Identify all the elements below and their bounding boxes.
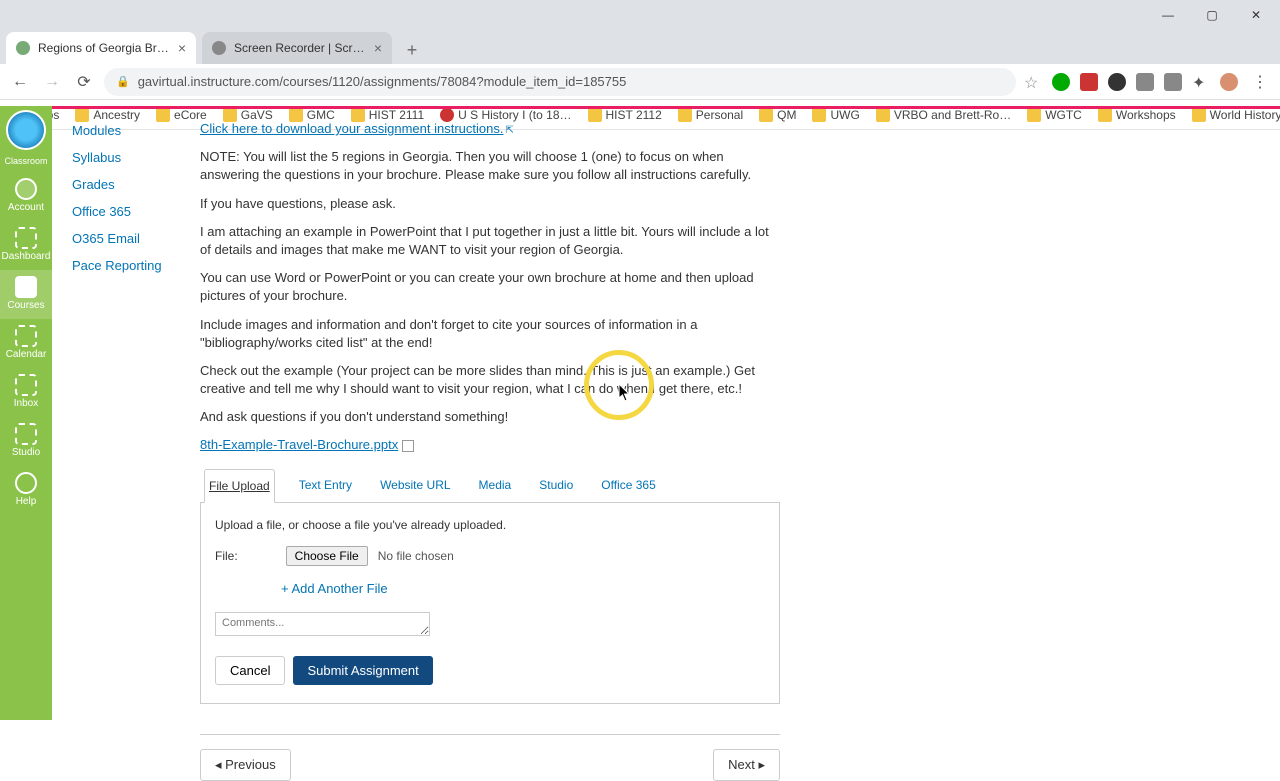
tab-close-icon[interactable]: × bbox=[374, 40, 382, 56]
course-nav-office365[interactable]: Office 365 bbox=[72, 198, 197, 225]
assignment-text: If you have questions, please ask. bbox=[200, 195, 780, 213]
tab-close-icon[interactable]: × bbox=[178, 40, 186, 56]
download-icon[interactable] bbox=[402, 440, 414, 452]
extension-icon[interactable] bbox=[1108, 73, 1126, 91]
browser-tab-inactive[interactable]: Screen Recorder | Screencast-O × bbox=[202, 32, 392, 64]
module-pagination: ◂ Previous Next ▸ bbox=[200, 749, 780, 781]
tab-office365[interactable]: Office 365 bbox=[597, 469, 659, 503]
assignment-text: You can use Word or PowerPoint or you ca… bbox=[200, 269, 780, 305]
nav-forward-button[interactable]: → bbox=[40, 70, 64, 94]
upload-panel: Upload a file, or choose a file you've a… bbox=[200, 503, 780, 703]
tab-title: Regions of Georgia Brochure As bbox=[38, 41, 170, 55]
tab-favicon bbox=[212, 41, 226, 55]
comments-textarea[interactable] bbox=[215, 612, 430, 636]
tab-file-upload[interactable]: File Upload bbox=[204, 469, 275, 504]
extension-icon[interactable] bbox=[1052, 73, 1070, 91]
url-text: gavirtual.instructure.com/courses/1120/a… bbox=[138, 74, 627, 89]
course-nav-syllabus[interactable]: Syllabus bbox=[72, 144, 197, 171]
accent-bar bbox=[52, 106, 1280, 109]
tab-text-entry[interactable]: Text Entry bbox=[295, 469, 356, 503]
global-nav-dashboard[interactable]: Dashboard bbox=[0, 221, 52, 270]
course-nav-pace-reporting[interactable]: Pace Reporting bbox=[72, 252, 197, 279]
assignment-text: Include images and information and don't… bbox=[200, 316, 780, 352]
extension-icon[interactable] bbox=[1080, 73, 1098, 91]
assignment-text: I am attaching an example in PowerPoint … bbox=[200, 223, 780, 259]
profile-avatar[interactable] bbox=[1220, 73, 1238, 91]
tab-studio[interactable]: Studio bbox=[535, 469, 577, 503]
address-bar[interactable]: 🔒 gavirtual.instructure.com/courses/1120… bbox=[104, 68, 1016, 96]
tab-media[interactable]: Media bbox=[475, 469, 516, 503]
course-nav-o365email[interactable]: O365 Email bbox=[72, 225, 197, 252]
tab-title: Screen Recorder | Screencast-O bbox=[234, 41, 366, 55]
global-nav-courses[interactable]: Courses bbox=[0, 270, 52, 319]
global-nav-help[interactable]: Help bbox=[0, 466, 52, 515]
calendar-icon bbox=[15, 325, 37, 347]
external-link-icon: ⇱ bbox=[505, 125, 513, 136]
add-another-file-link[interactable]: Add Another File bbox=[281, 580, 765, 598]
user-icon bbox=[15, 178, 37, 200]
extension-icon[interactable] bbox=[1164, 73, 1182, 91]
dashboard-icon bbox=[15, 227, 37, 249]
assignment-text: And ask questions if you don't understan… bbox=[200, 408, 780, 426]
book-icon bbox=[15, 276, 37, 298]
assignment-content: Click here to download your assignment i… bbox=[200, 120, 780, 781]
course-nav: Modules Syllabus Grades Office 365 O365 … bbox=[52, 109, 197, 279]
window-minimize[interactable]: — bbox=[1146, 0, 1190, 30]
assignment-text: NOTE: You will list the 5 regions in Geo… bbox=[200, 148, 780, 184]
nav-reload-button[interactable]: ⟳ bbox=[72, 70, 96, 94]
choose-file-button[interactable]: Choose File bbox=[286, 546, 368, 566]
studio-icon bbox=[15, 423, 37, 445]
browser-tab-active[interactable]: Regions of Georgia Brochure As × bbox=[6, 32, 196, 64]
classroom-label: Classroom bbox=[4, 156, 47, 166]
course-nav-modules[interactable]: Modules bbox=[72, 117, 197, 144]
submission-tabs: File Upload Text Entry Website URL Media… bbox=[200, 469, 780, 504]
window-maximize[interactable]: ▢ bbox=[1190, 0, 1234, 30]
tab-website-url[interactable]: Website URL bbox=[376, 469, 454, 503]
global-nav-account[interactable]: Account bbox=[0, 172, 52, 221]
tab-favicon bbox=[16, 41, 30, 55]
extension-icon[interactable] bbox=[1136, 73, 1154, 91]
upload-instructions: Upload a file, or choose a file you've a… bbox=[215, 517, 765, 534]
nav-back-button[interactable]: ← bbox=[8, 70, 32, 94]
extensions-menu-icon[interactable]: ✦ bbox=[1192, 73, 1210, 91]
previous-button[interactable]: ◂ Previous bbox=[200, 749, 291, 781]
cancel-button[interactable]: Cancel bbox=[215, 656, 285, 685]
browser-tabstrip: Regions of Georgia Brochure As × Screen … bbox=[0, 30, 1280, 64]
browser-toolbar: ← → ⟳ 🔒 gavirtual.instructure.com/course… bbox=[0, 64, 1280, 100]
browser-menu-icon[interactable]: ⋮ bbox=[1248, 70, 1272, 94]
global-nav-studio[interactable]: Studio bbox=[0, 417, 52, 466]
help-icon bbox=[15, 472, 37, 494]
download-instructions-link[interactable]: Click here to download your assignment i… bbox=[200, 121, 503, 136]
lock-icon: 🔒 bbox=[116, 75, 130, 88]
extension-area: ☆ ✦ ⋮ bbox=[1024, 70, 1272, 94]
course-nav-grades[interactable]: Grades bbox=[72, 171, 197, 198]
divider bbox=[200, 734, 780, 735]
global-nav-inbox[interactable]: Inbox bbox=[0, 368, 52, 417]
window-close[interactable]: ✕ bbox=[1234, 0, 1278, 30]
next-button[interactable]: Next ▸ bbox=[713, 749, 780, 781]
attachment-link[interactable]: 8th-Example-Travel-Brochure.pptx bbox=[200, 437, 398, 452]
classroom-logo[interactable] bbox=[6, 110, 46, 150]
window-titlebar: — ▢ ✕ bbox=[0, 0, 1280, 30]
inbox-icon bbox=[15, 374, 37, 396]
submit-assignment-button[interactable]: Submit Assignment bbox=[293, 656, 432, 685]
assignment-text: Check out the example (Your project can … bbox=[200, 362, 780, 398]
bookmark-star-icon[interactable]: ☆ bbox=[1024, 73, 1042, 91]
global-nav: Classroom Account Dashboard Courses Cale… bbox=[0, 106, 52, 720]
no-file-text: No file chosen bbox=[378, 548, 454, 565]
new-tab-button[interactable]: + bbox=[398, 36, 426, 64]
global-nav-calendar[interactable]: Calendar bbox=[0, 319, 52, 368]
file-label: File: bbox=[215, 548, 238, 565]
